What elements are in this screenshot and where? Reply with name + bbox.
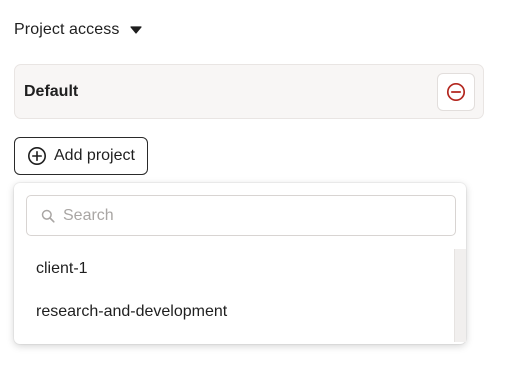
- plus-circle-icon: [27, 146, 47, 166]
- project-dropdown: client-1 research-and-development: [14, 183, 466, 344]
- section-title: Project access: [14, 21, 120, 38]
- options-scrollbar[interactable]: [454, 249, 466, 342]
- search-input[interactable]: [63, 206, 423, 225]
- add-project-label: Add project: [54, 147, 135, 164]
- project-name: Default: [24, 82, 79, 100]
- search-field: [26, 195, 456, 236]
- option-client-1[interactable]: client-1: [14, 247, 454, 290]
- remove-project-button[interactable]: [437, 72, 475, 111]
- project-access-panel: Project access Default Add project Searc…: [0, 0, 505, 367]
- add-project-button[interactable]: Add project: [14, 137, 148, 175]
- search-icon: [41, 209, 55, 223]
- project-row: Default: [14, 64, 484, 119]
- caret-down-icon: [129, 23, 143, 37]
- option-research-and-development[interactable]: research-and-development: [14, 290, 454, 333]
- minus-circle-icon: [446, 82, 466, 102]
- options-list: client-1 research-and-development: [14, 247, 454, 333]
- project-access-toggle[interactable]: Project access: [14, 18, 143, 42]
